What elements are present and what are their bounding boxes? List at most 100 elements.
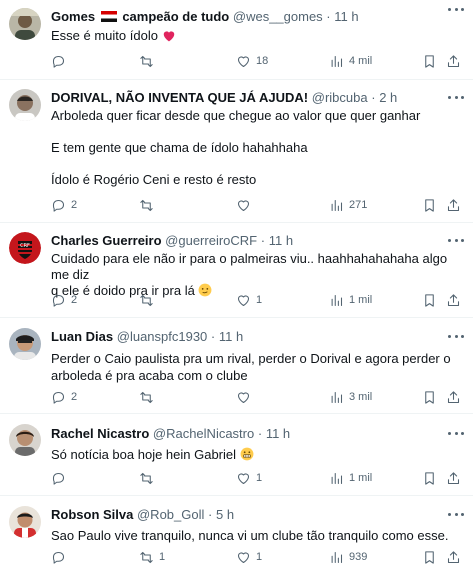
timestamp[interactable]: 11 h xyxy=(219,329,243,344)
avatar[interactable] xyxy=(9,424,41,456)
more-icon[interactable] xyxy=(448,333,464,339)
reply-icon xyxy=(52,199,65,212)
author-handle[interactable]: @luanspfc1930 xyxy=(117,329,208,344)
share-button[interactable] xyxy=(446,388,461,406)
bookmark-button[interactable] xyxy=(422,291,437,309)
share-button[interactable] xyxy=(446,196,461,214)
reply-button[interactable] xyxy=(51,469,71,487)
timestamp[interactable]: 2 h xyxy=(379,90,397,105)
tweet[interactable]: CRF Charles Guerreiro @guerreiroCRF · 11… xyxy=(0,223,473,318)
author-name-suffix[interactable]: campeão de tudo xyxy=(122,9,229,24)
reply-icon xyxy=(52,294,65,307)
tweet-actions: 1 1 mil xyxy=(51,469,467,487)
more-icon[interactable] xyxy=(448,94,464,100)
tweet-feed: Gomes campeão de tudo @wes__gomes · 11 h… xyxy=(0,0,473,577)
reply-icon xyxy=(52,391,65,404)
more-icon[interactable] xyxy=(448,237,464,243)
like-icon xyxy=(237,55,250,67)
share-button[interactable] xyxy=(446,469,461,487)
author-name[interactable]: Gomes xyxy=(51,9,95,24)
author-handle[interactable]: @guerreiroCRF xyxy=(165,233,257,248)
grimacing-emoji-icon xyxy=(240,447,254,461)
avatar[interactable] xyxy=(9,8,41,40)
separator: · xyxy=(260,233,266,248)
avatar[interactable] xyxy=(9,89,41,121)
reply-button[interactable]: 2 xyxy=(51,196,77,214)
tweet-line: Cuidado para ele não ir para o palmeiras… xyxy=(51,251,448,282)
tweet-header: DORIVAL, NÃO INVENTA QUE JÁ AJUDA! @ribc… xyxy=(51,89,463,107)
like-button[interactable]: 1 xyxy=(236,548,262,566)
reply-button[interactable]: 2 xyxy=(51,291,77,309)
separator: · xyxy=(371,90,376,105)
tweet[interactable]: DORIVAL, NÃO INVENTA QUE JÁ AJUDA! @ribc… xyxy=(0,80,473,223)
tweet-text: Só notícia boa hoje hein Gabriel xyxy=(51,447,463,463)
tweet-actions: 1 1 939 xyxy=(51,548,467,566)
avatar[interactable] xyxy=(9,328,41,360)
views-button[interactable]: 3 mil xyxy=(329,388,372,406)
author-handle[interactable]: @Rob_Goll xyxy=(137,507,204,522)
like-button[interactable] xyxy=(236,388,256,406)
tweet[interactable]: Robson Silva @Rob_Goll · 5 h Sao Paulo v… xyxy=(0,496,473,577)
retweet-button[interactable] xyxy=(139,291,159,309)
bookmark-button[interactable] xyxy=(422,469,437,487)
share-icon xyxy=(447,198,460,211)
views-button[interactable]: 4 mil xyxy=(329,52,372,70)
author-name[interactable]: Rachel Nicastro xyxy=(51,426,149,441)
author-name[interactable]: Robson Silva xyxy=(51,507,133,522)
avatar[interactable]: CRF xyxy=(9,232,41,264)
timestamp[interactable]: 11 h xyxy=(269,233,293,248)
tweet-text: Perder o Caio paulista pra um rival, per… xyxy=(51,350,463,384)
views-button[interactable]: 939 xyxy=(329,548,367,566)
reply-button[interactable]: 2 xyxy=(51,388,77,406)
views-button[interactable]: 1 mil xyxy=(329,469,372,487)
tweet-line: Arboleda quer ficar desde que chegue ao … xyxy=(51,108,421,123)
like-button[interactable]: 1 xyxy=(236,291,262,309)
like-button[interactable]: 1 xyxy=(236,469,262,487)
views-button[interactable]: 1 mil xyxy=(329,291,372,309)
reply-button[interactable] xyxy=(51,548,71,566)
bookmark-icon xyxy=(425,390,434,404)
tweet[interactable]: Rachel Nicastro @RachelNicastro · 11 h S… xyxy=(0,414,473,496)
share-icon xyxy=(447,471,460,484)
author-handle[interactable]: @wes__gomes xyxy=(233,9,323,24)
tweet-line: arboleda é pra acaba com o clube xyxy=(51,368,248,383)
bookmark-button[interactable] xyxy=(422,548,437,566)
author-handle[interactable]: @ribcuba xyxy=(312,90,368,105)
tweet[interactable]: Luan Dias @luanspfc1930 · 11 h Perder o … xyxy=(0,318,473,414)
separator: · xyxy=(326,9,331,24)
tweet-line: Sao Paulo vive tranquilo, nunca vi um cl… xyxy=(51,528,449,543)
timestamp[interactable]: 11 h xyxy=(266,426,290,441)
share-button[interactable] xyxy=(446,52,461,70)
share-button[interactable] xyxy=(446,291,461,309)
timestamp[interactable]: 5 h xyxy=(216,507,234,522)
more-icon[interactable] xyxy=(448,430,464,436)
like-button[interactable]: 18 xyxy=(236,52,268,70)
more-icon[interactable] xyxy=(448,511,464,517)
retweet-button[interactable] xyxy=(139,469,159,487)
bookmark-icon xyxy=(425,198,434,212)
share-icon xyxy=(447,550,460,563)
bookmark-button[interactable] xyxy=(422,196,437,214)
retweet-button[interactable] xyxy=(139,52,159,70)
reply-icon xyxy=(52,472,65,485)
reply-button[interactable] xyxy=(51,52,71,70)
avatar[interactable] xyxy=(9,506,41,538)
author-name[interactable]: Charles Guerreiro xyxy=(51,233,162,248)
views-button[interactable]: 271 xyxy=(329,196,367,214)
author-name[interactable]: Luan Dias xyxy=(51,329,113,344)
bookmark-button[interactable] xyxy=(422,388,437,406)
retweet-button[interactable]: 1 xyxy=(139,548,165,566)
more-icon[interactable] xyxy=(448,6,464,12)
bookmark-button[interactable] xyxy=(422,52,437,70)
timestamp[interactable]: 11 h xyxy=(334,9,358,24)
reply-icon xyxy=(52,551,65,564)
retweet-button[interactable] xyxy=(139,196,159,214)
tweet[interactable]: Gomes campeão de tudo @wes__gomes · 11 h… xyxy=(0,0,473,80)
retweet-button[interactable] xyxy=(139,388,159,406)
like-button[interactable] xyxy=(236,196,256,214)
author-name[interactable]: DORIVAL, NÃO INVENTA QUE JÁ AJUDA! xyxy=(51,90,308,105)
like-icon xyxy=(237,294,250,306)
share-button[interactable] xyxy=(446,548,461,566)
tweet-line: E tem gente que chama de ídolo hahahhaha xyxy=(51,140,308,155)
author-handle[interactable]: @RachelNicastro xyxy=(153,426,254,441)
